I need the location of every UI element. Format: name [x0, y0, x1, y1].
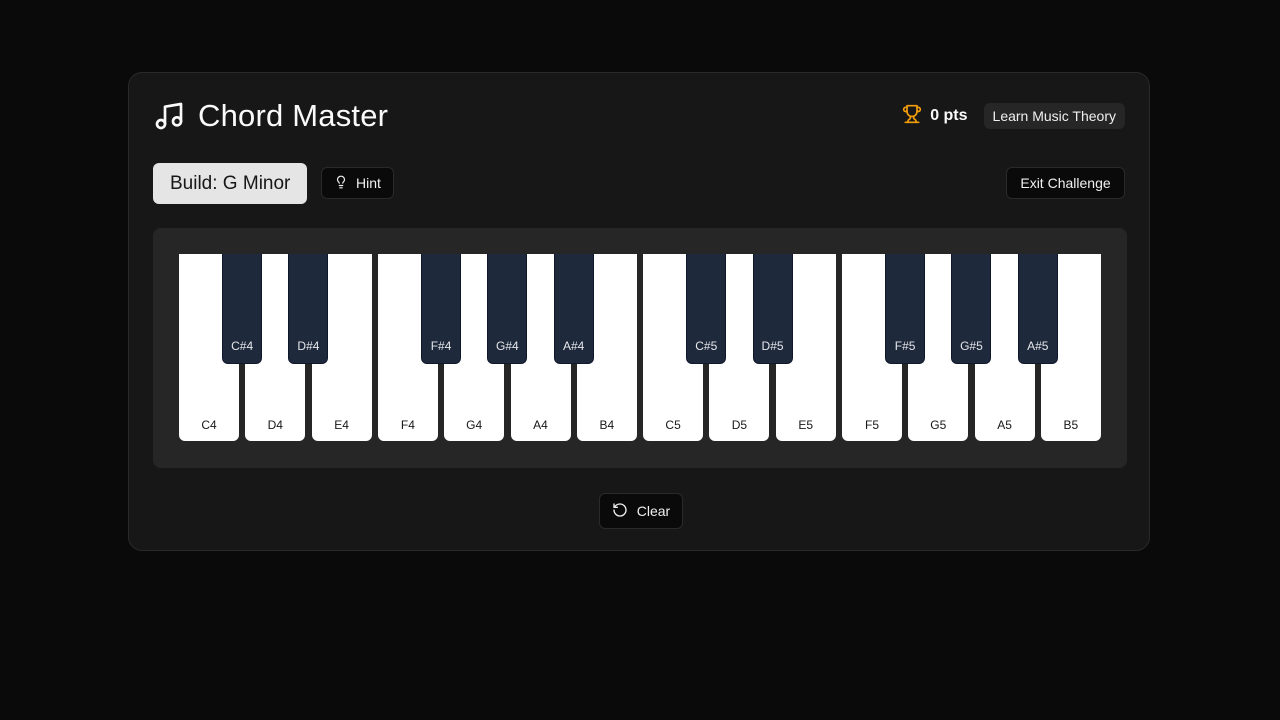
- key-label: F#5: [894, 339, 916, 353]
- key-label: A4: [533, 418, 548, 432]
- score-value: 0 pts: [930, 107, 968, 124]
- black-key[interactable]: G#4: [487, 254, 528, 364]
- black-key[interactable]: C#4: [222, 254, 263, 364]
- black-key[interactable]: A#4: [553, 254, 594, 364]
- key-label: F5: [864, 418, 879, 432]
- key-label: E4: [334, 418, 349, 432]
- key-label: F4: [400, 418, 415, 432]
- score-display: 0 pts: [902, 104, 968, 129]
- key-label: D#5: [761, 339, 784, 353]
- music-note-icon: [153, 100, 185, 132]
- lightbulb-icon: [334, 175, 356, 192]
- black-key[interactable]: F#4: [421, 254, 462, 364]
- key-label: A#5: [1027, 339, 1049, 353]
- page-title: Chord Master: [198, 98, 389, 133]
- exit-challenge-button[interactable]: Exit Challenge: [1006, 167, 1125, 199]
- key-label: D#4: [297, 339, 320, 353]
- piano-panel: C4 D4 E4 F4 G4 A4 B4 C5 D5 E5 F5 G5 A5 B5 C#4 D#4 F#4 G#4…: [153, 228, 1127, 468]
- key-label: C#4: [231, 339, 254, 353]
- key-label: E5: [798, 418, 814, 432]
- key-label: B5: [1063, 418, 1079, 432]
- key-label: C4: [201, 418, 217, 432]
- key-label: D4: [267, 418, 283, 432]
- key-label: C5: [665, 418, 681, 432]
- trophy-icon: [902, 104, 922, 129]
- clear-label: Clear: [636, 503, 671, 519]
- black-key[interactable]: C#5: [686, 254, 727, 364]
- key-label: C#5: [695, 339, 718, 353]
- key-label: G#5: [960, 339, 983, 353]
- key-label: G#4: [496, 339, 519, 353]
- hint-button[interactable]: Hint: [321, 167, 394, 199]
- black-key[interactable]: D#4: [288, 254, 329, 364]
- key-label: G4: [466, 418, 483, 432]
- key-label: A#4: [562, 339, 585, 353]
- black-key[interactable]: D#5: [752, 254, 793, 364]
- piano-keyboard: C4 D4 E4 F4 G4 A4 B4 C5 D5 E5 F5 G5 A5 B5 C#4 D#4 F#4 G#4…: [179, 254, 1101, 442]
- build-chord-badge: Build: G Minor: [153, 163, 308, 204]
- clear-button[interactable]: Clear: [599, 493, 683, 529]
- rotate-ccw-icon: [612, 502, 637, 521]
- game-card: Chord Master 0 pts Learn Music Theory Bu…: [128, 72, 1150, 551]
- header: Chord Master 0 pts Learn Music Theory: [153, 97, 1125, 135]
- key-label: F#4: [430, 339, 452, 353]
- header-right: 0 pts Learn Music Theory: [902, 103, 1125, 129]
- black-key[interactable]: F#5: [885, 254, 926, 364]
- key-label: G5: [930, 418, 947, 432]
- black-key[interactable]: A#5: [1017, 254, 1058, 364]
- learn-music-theory-button[interactable]: Learn Music Theory: [983, 103, 1125, 129]
- title-group: Chord Master: [153, 98, 388, 134]
- key-label: A5: [997, 418, 1012, 432]
- key-label: D5: [731, 418, 748, 432]
- black-key[interactable]: G#5: [951, 254, 992, 364]
- key-label: B4: [599, 418, 615, 432]
- toolbar: Build: G Minor Hint Exit Challenge: [153, 163, 1125, 205]
- hint-label: Hint: [356, 175, 381, 191]
